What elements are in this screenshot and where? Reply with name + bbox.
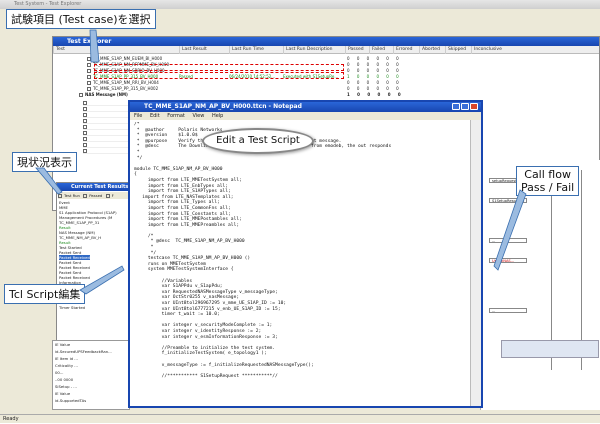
- arrow-select-test: [89, 29, 100, 63]
- arrow-status-display: [35, 167, 63, 195]
- arrow-call-flow: [493, 189, 527, 271]
- arrow-tcl-edit: [79, 265, 125, 295]
- callout-arrows: [35, 29, 527, 295]
